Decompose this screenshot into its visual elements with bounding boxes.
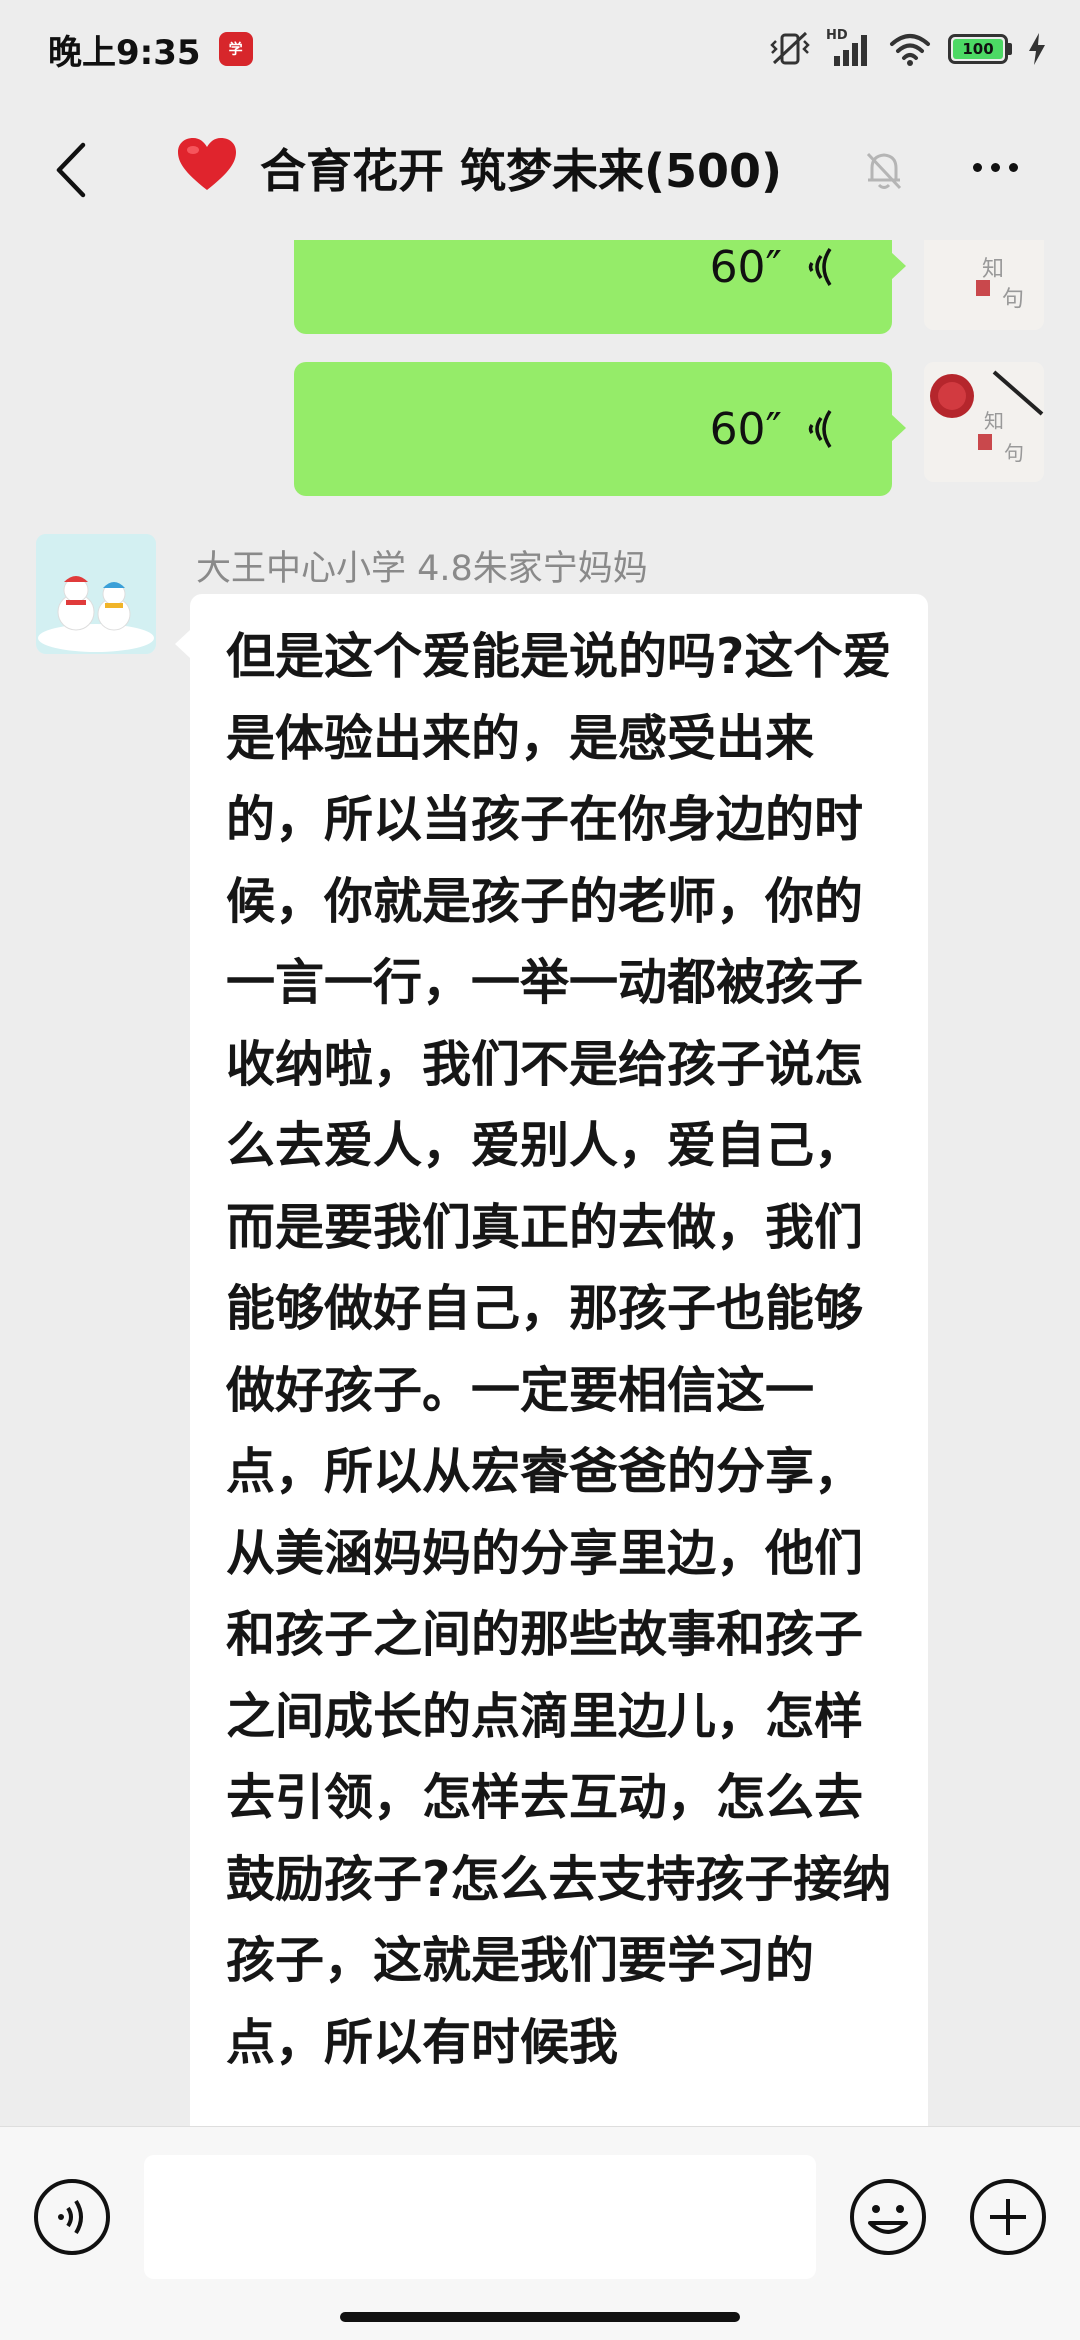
sender-name: 大王中心小学 4.8朱家宁妈妈 xyxy=(196,549,648,589)
chat-title: 合育花开 筑梦未来(500) xyxy=(260,144,783,198)
chevron-left-icon xyxy=(56,142,86,198)
voice-mode-icon xyxy=(34,2179,110,2255)
self-avatar[interactable]: 知 句 xyxy=(924,240,1044,330)
vibrate-mute-icon xyxy=(770,31,810,65)
input-bar xyxy=(0,2126,1080,2340)
bell-slash-icon xyxy=(866,152,902,190)
plus-circle-icon xyxy=(970,2179,1046,2255)
news-app-icon: 学 xyxy=(218,32,253,66)
status-left: 晚上9:35 学 xyxy=(48,25,253,74)
emoji-button[interactable] xyxy=(848,2177,928,2257)
charging-bolt-icon xyxy=(1029,33,1045,65)
voice-duration: 60″ xyxy=(709,241,782,293)
message-list[interactable]: 60″ 知 句 60″ 知 句 大王中心小学 4.8朱家宁妈妈 但是这个爱能是说… xyxy=(0,240,1080,2126)
svg-text:知: 知 xyxy=(982,257,1004,282)
status-time: 晚上9:35 xyxy=(48,32,201,73)
voice-wave-icon xyxy=(808,410,832,448)
wifi-icon xyxy=(890,34,930,66)
back-button[interactable] xyxy=(40,138,100,202)
svg-text:句: 句 xyxy=(1002,287,1024,312)
emoji-smile-icon xyxy=(850,2179,926,2255)
text-message-bubble[interactable]: 但是这个爱能是说的吗?这个爱是体验出来的，是感受出来的，所以当孩子在你身边的时候… xyxy=(175,594,928,2126)
plus-button[interactable] xyxy=(968,2177,1048,2257)
more-dots-icon xyxy=(972,162,982,172)
self-avatar[interactable]: 知 句 xyxy=(924,362,1044,482)
more-button[interactable] xyxy=(960,142,1030,192)
status-bar: 晚上9:35 学 HD 100 xyxy=(0,0,1080,98)
sender-avatar[interactable] xyxy=(36,534,156,654)
battery-icon: 100 xyxy=(948,34,1012,64)
status-right: HD 100 xyxy=(770,28,1046,68)
battery-level: 100 xyxy=(953,39,1003,59)
voice-message-bubble[interactable]: 60″ xyxy=(294,240,906,334)
svg-text:知: 知 xyxy=(984,409,1004,433)
home-indicator[interactable] xyxy=(340,2312,740,2322)
heart-emoji-icon xyxy=(176,136,238,201)
voice-duration: 60″ xyxy=(709,403,782,455)
cellular-signal-icon: HD xyxy=(826,28,872,68)
voice-mode-button[interactable] xyxy=(32,2177,112,2257)
voice-wave-icon xyxy=(808,248,832,286)
chat-title-wrap[interactable]: 合育花开 筑梦未来(500) xyxy=(176,128,782,208)
chat-header: 合育花开 筑梦未来(500) xyxy=(0,98,1080,240)
message-input[interactable] xyxy=(144,2155,816,2279)
voice-message-bubble[interactable]: 60″ xyxy=(294,362,906,496)
svg-text:句: 句 xyxy=(1004,441,1024,465)
